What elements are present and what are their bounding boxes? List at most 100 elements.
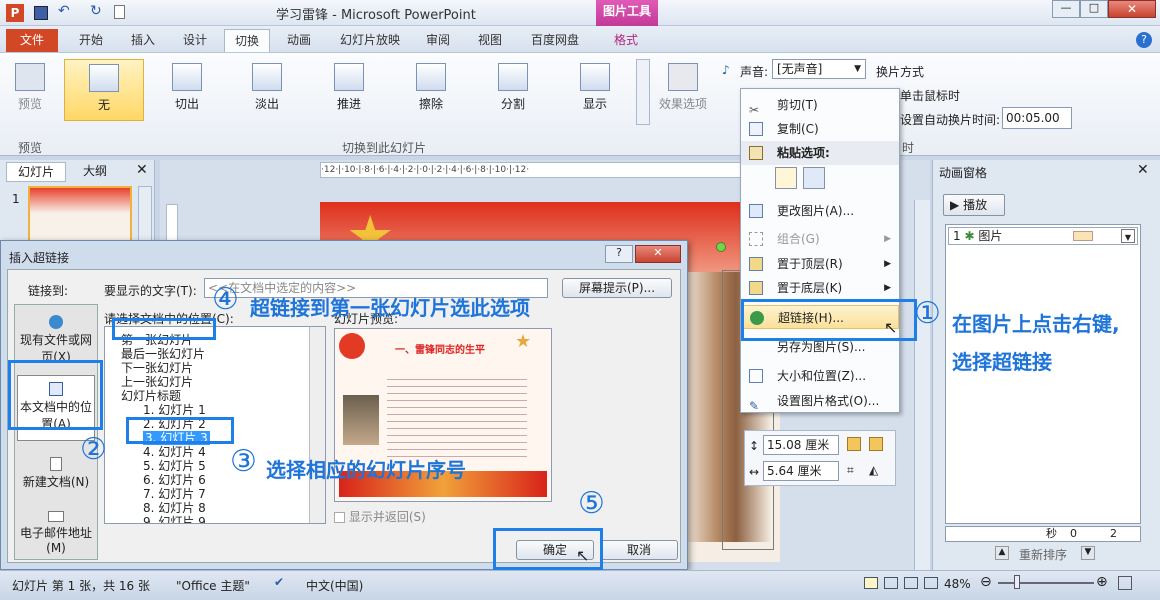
tab-outline[interactable]: 大纲 xyxy=(70,162,120,182)
email-address-button[interactable]: 电子邮件地址(M) xyxy=(17,505,95,557)
tree-slide-9[interactable]: 9. 幻灯片 9 xyxy=(143,515,206,523)
slide-thumbnail[interactable] xyxy=(28,186,132,246)
paste-icon xyxy=(749,146,763,160)
tab-view[interactable]: 视图 xyxy=(468,29,512,52)
height-input[interactable]: 15.08 厘米 xyxy=(763,435,839,455)
slideshow-view-icon[interactable] xyxy=(924,577,938,589)
transition-split[interactable]: 分割 xyxy=(478,59,548,119)
chevron-right-icon: ▶ xyxy=(884,283,891,293)
width-input[interactable]: 5.64 厘米 xyxy=(763,461,839,481)
tree-slide-8[interactable]: 8. 幻灯片 8 xyxy=(143,501,206,515)
transition-none[interactable]: 无 xyxy=(64,59,144,121)
zoom-in-icon[interactable]: ⊕ xyxy=(1096,574,1108,590)
tree-slide-6[interactable]: 6. 幻灯片 6 xyxy=(143,473,206,487)
send-backward-icon[interactable] xyxy=(869,437,883,451)
language: 中文(中国) xyxy=(306,579,364,593)
tab-file[interactable]: 文件 xyxy=(6,29,58,52)
tree-next-slide[interactable]: 下一张幻灯片 xyxy=(121,361,193,375)
gallery-scroll[interactable] xyxy=(636,59,650,125)
cancel-button[interactable]: 取消 xyxy=(600,540,678,560)
on-click-checkbox[interactable]: 单击鼠标时 xyxy=(900,87,960,104)
tab-slides[interactable]: 幻灯片 xyxy=(6,162,66,182)
fit-window-icon[interactable] xyxy=(1118,576,1132,590)
dialog-close-button[interactable]: ✕ xyxy=(635,245,681,263)
close-anim-pane-icon[interactable]: ✕ xyxy=(1137,162,1149,178)
spellcheck-icon[interactable]: ✔ xyxy=(274,575,284,589)
tree-scrollbar[interactable] xyxy=(309,327,325,523)
normal-view-icon[interactable] xyxy=(864,577,878,589)
menu-change-picture[interactable]: 更改图片(A)... xyxy=(741,199,899,223)
annotation-2-number: ② xyxy=(80,432,107,467)
sound-select[interactable]: [无声音] ▼ xyxy=(772,59,866,79)
group-timing-label: 时 xyxy=(902,141,915,155)
save-icon[interactable] xyxy=(34,6,48,20)
zoom-out-icon[interactable]: ⊖ xyxy=(980,574,992,590)
paste-keep-formatting-icon[interactable] xyxy=(775,167,797,189)
new-doc-icon[interactable] xyxy=(114,5,125,19)
tab-review[interactable]: 审阅 xyxy=(416,29,460,52)
picture-style-icon[interactable]: ◭ xyxy=(869,463,878,477)
zoom-level[interactable]: 48% xyxy=(944,577,971,591)
transition-push[interactable]: 推进 xyxy=(314,59,384,119)
menu-bring-to-front[interactable]: 置于顶层(R) ▶ xyxy=(741,252,899,276)
close-window-button[interactable]: ✕ xyxy=(1108,0,1156,18)
transition-fade[interactable]: 淡出 xyxy=(232,59,302,119)
paste-picture-icon[interactable] xyxy=(803,167,825,189)
sorter-view-icon[interactable] xyxy=(884,577,898,589)
right-scrollbar[interactable] xyxy=(914,200,930,570)
reorder-down-icon[interactable]: ▼ xyxy=(1081,546,1095,560)
tree-last-slide[interactable]: 最后一张幻灯片 xyxy=(121,347,205,361)
transition-cut[interactable]: 切出 xyxy=(152,59,222,119)
zoom-slider[interactable] xyxy=(998,582,1094,584)
tree-previous-slide[interactable]: 上一张幻灯片 xyxy=(121,375,193,389)
dialog-help-button[interactable]: ? xyxy=(605,245,633,263)
menu-group[interactable]: 组合(G) ▶ xyxy=(741,227,899,251)
powerpoint-logo-icon[interactable]: P xyxy=(6,4,24,22)
menu-size-position[interactable]: 大小和位置(Z)... xyxy=(741,364,899,388)
zoom-slider-thumb[interactable] xyxy=(1014,575,1020,589)
close-pane-icon[interactable]: ✕ xyxy=(136,162,148,178)
screentip-button[interactable]: 屏幕提示(P)... xyxy=(562,278,672,298)
menu-send-to-back[interactable]: 置于底层(K) ▶ xyxy=(741,276,899,300)
tree-slide-4[interactable]: 4. 幻灯片 4 xyxy=(143,445,206,459)
transition-reveal[interactable]: 显示 xyxy=(560,59,630,119)
bring-forward-icon[interactable] xyxy=(847,437,861,451)
sound-value: [无声音] xyxy=(777,62,823,76)
bring-front-icon xyxy=(749,257,763,271)
reveal-icon xyxy=(580,63,610,91)
tab-slideshow[interactable]: 幻灯片放映 xyxy=(330,29,410,52)
auto-time-input[interactable]: 00:05.00 xyxy=(1002,107,1072,129)
preview-button[interactable]: 预览 xyxy=(0,59,60,119)
transition-wipe[interactable]: 擦除 xyxy=(396,59,466,119)
tab-home[interactable]: 开始 xyxy=(66,29,116,52)
menu-cut[interactable]: ✂ 剪切(T) xyxy=(741,93,899,117)
tab-insert[interactable]: 插入 xyxy=(120,29,166,52)
reading-view-icon[interactable] xyxy=(904,577,918,589)
tab-design[interactable]: 设计 xyxy=(172,29,218,52)
undo-icon[interactable]: ↶ xyxy=(58,3,70,19)
tab-baidu[interactable]: 百度网盘 xyxy=(520,29,590,52)
tab-transitions[interactable]: 切换 xyxy=(224,29,270,52)
tree-slide-1[interactable]: 1. 幻灯片 1 xyxy=(143,403,206,417)
existing-file-button[interactable]: 现有文件或网页(X) xyxy=(17,309,95,367)
maximize-button[interactable]: □ xyxy=(1080,0,1108,18)
tab-animations[interactable]: 动画 xyxy=(276,29,322,52)
help-icon[interactable]: ? xyxy=(1136,32,1152,48)
menu-format-picture[interactable]: ✎ 设置图片格式(O)... xyxy=(741,389,899,413)
minimize-button[interactable]: — xyxy=(1052,0,1080,18)
effect-options-button[interactable]: 效果选项 xyxy=(654,59,712,119)
tree-slide-5[interactable]: 5. 幻灯片 5 xyxy=(143,459,206,473)
tree-slide-7[interactable]: 7. 幻灯片 7 xyxy=(143,487,206,501)
animation-item[interactable]: 1 ✱ 图片 ▼ xyxy=(948,227,1138,245)
rotation-handle[interactable] xyxy=(716,242,726,252)
tab-format[interactable]: 格式 xyxy=(600,29,652,52)
chevron-down-icon[interactable]: ▼ xyxy=(1121,229,1135,243)
show-return-checkbox[interactable]: 显示并返回(S) xyxy=(334,508,426,525)
redo-icon[interactable]: ↻ xyxy=(90,3,102,19)
menu-copy[interactable]: 复制(C) xyxy=(741,117,899,141)
tree-slide-titles[interactable]: 幻灯片标题 xyxy=(121,389,181,403)
play-button[interactable]: ▶ 播放 xyxy=(943,194,1005,216)
highlight-place-in-document xyxy=(8,360,103,430)
crop-icon[interactable]: ⌗ xyxy=(847,463,854,478)
reorder-up-icon[interactable]: ▲ xyxy=(995,546,1009,560)
